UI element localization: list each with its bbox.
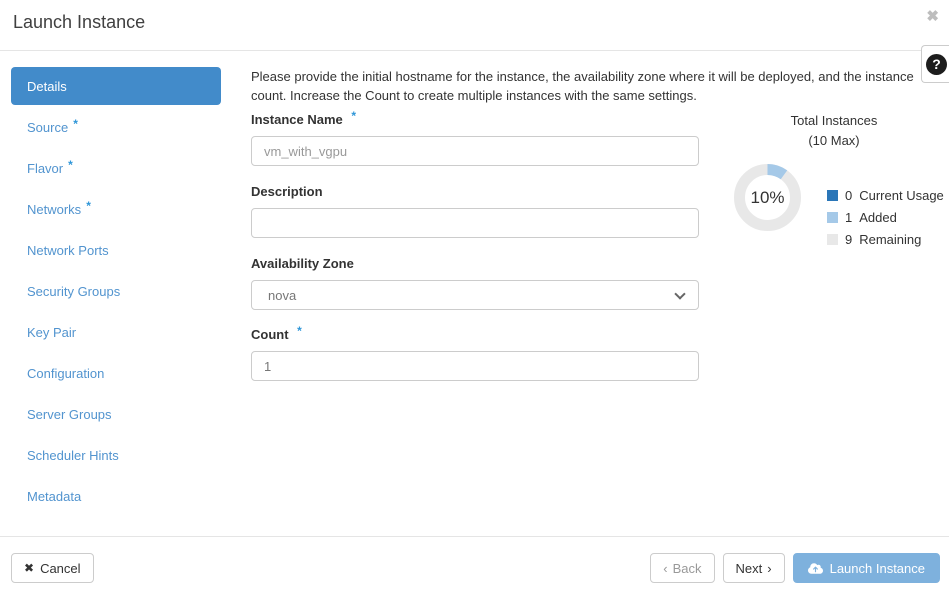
chevron-down-icon <box>674 288 685 299</box>
chart-title: Total Instances <box>719 113 949 128</box>
wizard-step-label: Source <box>27 120 68 135</box>
required-asterisk: * <box>73 117 78 131</box>
legend-item-remaining: 9 Remaining <box>827 232 944 247</box>
wizard-step-metadata[interactable]: Metadata <box>11 476 221 517</box>
wizard-step-label: Scheduler Hints <box>27 448 119 463</box>
wizard-step-scheduler-hints[interactable]: Scheduler Hints <box>11 435 221 476</box>
availability-zone-label: Availability Zone <box>251 256 699 271</box>
wizard-step-label: Metadata <box>27 489 81 504</box>
wizard-step-label: Networks <box>27 202 81 217</box>
instance-name-label: Instance Name * <box>251 112 699 127</box>
total-instances-chart: Total Instances (10 Max) 10% 0 Current U… <box>719 113 949 254</box>
wizard-step-security-groups[interactable]: Security Groups <box>11 271 221 312</box>
wizard-step-source[interactable]: Source * <box>11 107 221 148</box>
chart-legend: 0 Current Usage 1 Added 9 Remaining <box>827 188 944 254</box>
description-label: Description <box>251 184 699 199</box>
wizard-step-label: Key Pair <box>27 325 76 340</box>
question-circle-icon: ? <box>926 54 947 75</box>
availability-zone-value: nova <box>268 288 296 303</box>
wizard-nav: Details Source * Flavor * Networks * Net… <box>11 67 221 517</box>
wizard-step-details[interactable]: Details <box>11 67 221 105</box>
count-group: Count * <box>251 327 699 381</box>
description-input[interactable] <box>251 208 699 238</box>
legend-item-added: 1 Added <box>827 210 944 225</box>
step-description-text: Please provide the initial hostname for … <box>251 67 916 105</box>
required-asterisk: * <box>297 324 302 338</box>
wizard-step-label: Configuration <box>27 366 104 381</box>
cancel-button[interactable]: ✖ Cancel <box>11 553 94 583</box>
close-icon[interactable]: ✖ <box>926 9 939 24</box>
legend-swatch-remaining <box>827 234 838 245</box>
chevron-right-icon: › <box>767 561 771 576</box>
chart-subtitle: (10 Max) <box>719 133 949 148</box>
usage-donut: 10% <box>734 164 801 231</box>
count-label: Count * <box>251 327 699 342</box>
launch-instance-button[interactable]: Launch Instance <box>793 553 940 583</box>
count-input[interactable] <box>251 351 699 381</box>
wizard-step-server-groups[interactable]: Server Groups <box>11 394 221 435</box>
legend-swatch-added <box>827 212 838 223</box>
description-group: Description <box>251 184 699 238</box>
wizard-step-label: Security Groups <box>27 284 120 299</box>
chevron-left-icon: ‹ <box>663 561 667 576</box>
availability-zone-select[interactable]: nova <box>251 280 699 310</box>
back-button[interactable]: ‹ Back <box>650 553 714 583</box>
required-asterisk: * <box>86 199 91 213</box>
next-button[interactable]: Next › <box>723 553 785 583</box>
cloud-upload-icon <box>808 562 823 575</box>
modal-title: Launch Instance <box>13 12 145 33</box>
legend-item-current-usage: 0 Current Usage <box>827 188 944 203</box>
wizard-step-key-pair[interactable]: Key Pair <box>11 312 221 353</box>
wizard-step-configuration[interactable]: Configuration <box>11 353 221 394</box>
wizard-step-flavor[interactable]: Flavor * <box>11 148 221 189</box>
help-button[interactable]: ? <box>921 45 949 83</box>
instance-name-input[interactable] <box>251 136 699 166</box>
x-icon: ✖ <box>24 561 34 575</box>
modal-footer: ✖ Cancel ‹ Back Next › Launch Instance <box>0 536 949 597</box>
donut-percent-label: 10% <box>734 164 801 231</box>
required-asterisk: * <box>351 109 356 123</box>
availability-zone-group: Availability Zone nova <box>251 256 699 310</box>
instance-name-group: Instance Name * <box>251 112 699 166</box>
legend-swatch-current <box>827 190 838 201</box>
wizard-step-label: Details <box>27 79 67 94</box>
wizard-step-label: Network Ports <box>27 243 109 258</box>
wizard-step-networks[interactable]: Networks * <box>11 189 221 230</box>
wizard-step-label: Flavor <box>27 161 63 176</box>
wizard-step-label: Server Groups <box>27 407 112 422</box>
modal-header: Launch Instance ✖ <box>0 0 949 51</box>
wizard-step-network-ports[interactable]: Network Ports <box>11 230 221 271</box>
required-asterisk: * <box>68 158 73 172</box>
